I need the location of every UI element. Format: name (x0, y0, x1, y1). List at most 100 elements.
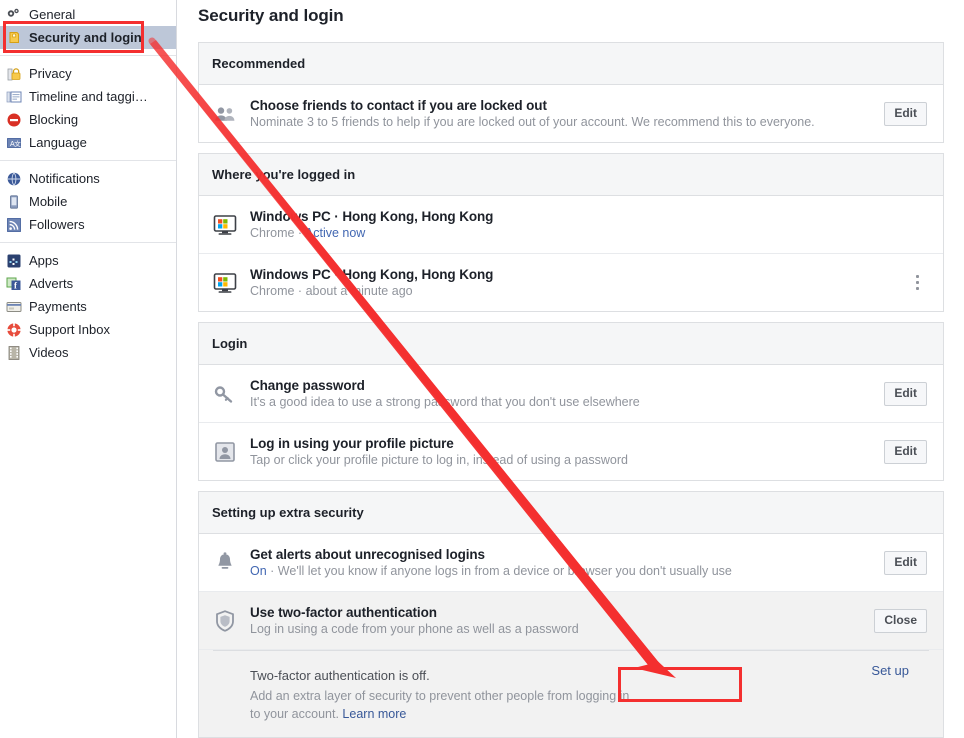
two-factor-detail-panel: Two-factor authentication is off. Add an… (199, 650, 943, 737)
shield-icon (6, 30, 22, 46)
sidebar-item-label: Followers (29, 216, 85, 232)
apps-icon (6, 253, 22, 269)
row-text: Log in using your profile picture Tap or… (250, 436, 872, 467)
sidebar-item-label: General (29, 6, 76, 22)
profile-picture-icon (213, 440, 237, 464)
section-header: Login (199, 323, 943, 365)
shield-outline-icon (213, 609, 237, 633)
row-title: Windows PC · Hong Kong, Hong Kong (250, 267, 494, 282)
sidebar-item-blocking[interactable]: Blocking (0, 108, 176, 131)
padlock-icon (6, 66, 22, 82)
learn-more-link[interactable]: Learn more (342, 707, 406, 721)
svg-text:文: 文 (14, 139, 21, 148)
row-subtitle: Chrome · about a minute ago (250, 284, 413, 298)
row-choose-friends[interactable]: Choose friends to contact if you are loc… (199, 85, 943, 142)
edit-button[interactable]: Edit (884, 101, 927, 126)
row-subtitle: Tap or click your profile picture to log… (250, 453, 628, 467)
session-active-status[interactable]: Active now (305, 226, 365, 240)
edit-button[interactable]: Edit (884, 381, 927, 406)
payments-icon (6, 299, 22, 315)
row-two-factor-authentication[interactable]: Use two-factor authentication Log in usi… (199, 592, 943, 650)
sidebar-item-apps[interactable]: Apps (0, 249, 176, 272)
block-icon (6, 112, 22, 128)
set-up-link[interactable]: Set up (871, 663, 909, 678)
row-text: Get alerts about unrecognised logins On … (250, 547, 872, 578)
row-title: Change password (250, 378, 365, 393)
sidebar-item-adverts[interactable]: f Adverts (0, 272, 176, 295)
main-content: Security and login Recommended Choose fr… (177, 0, 964, 738)
sidebar-item-followers[interactable]: Followers (0, 213, 176, 236)
sidebar-item-mobile[interactable]: Mobile (0, 190, 176, 213)
session-options-menu-icon[interactable] (907, 271, 927, 295)
mobile-icon (6, 194, 22, 210)
sidebar-item-notifications[interactable]: Notifications (0, 167, 176, 190)
adverts-icon: f (6, 276, 22, 292)
sidebar-item-videos[interactable]: Videos (0, 341, 176, 364)
sidebar-item-timeline-and-tagging[interactable]: Timeline and taggi… (0, 85, 176, 108)
friends-icon (213, 102, 237, 126)
edit-button[interactable]: Edit (884, 550, 927, 575)
row-session-2[interactable]: Windows PC · Hong Kong, Hong Kong Chrome… (199, 254, 943, 311)
row-subtitle: Nominate 3 to 5 friends to help if you a… (250, 115, 815, 129)
session-browser: Chrome · (250, 226, 305, 240)
section-extra-security: Setting up extra security Get alerts abo… (198, 491, 944, 738)
sidebar-item-label: Adverts (29, 275, 74, 291)
row-title: Get alerts about unrecognised logins (250, 547, 485, 562)
edit-button[interactable]: Edit (884, 439, 927, 464)
sidebar-item-label: Apps (29, 252, 59, 268)
row-action: Edit (884, 381, 927, 406)
sidebar-item-label: Payments (29, 298, 87, 314)
row-session-1[interactable]: Windows PC · Hong Kong, Hong Kong Chrome… (199, 196, 943, 254)
sidebar-item-label: Language (29, 134, 87, 150)
bell-icon (213, 551, 237, 575)
row-title: Use two-factor authentication (250, 605, 437, 620)
row-text: Use two-factor authentication Log in usi… (250, 605, 862, 636)
sidebar-group-apps: Apps f Adverts Payments Support Inbox Vi… (0, 246, 176, 367)
film-icon (6, 345, 22, 361)
sidebar-item-payments[interactable]: Payments (0, 295, 176, 318)
section-header: Recommended (199, 43, 943, 85)
row-text: Windows PC · Hong Kong, Hong Kong Chrome… (250, 267, 895, 298)
sidebar-divider (0, 160, 176, 161)
section-header: Where you're logged in (199, 154, 943, 196)
row-action: Edit (884, 439, 927, 464)
row-action: Close (874, 608, 927, 633)
login-alerts-description: · We'll let you know if anyone logs in f… (266, 564, 732, 578)
row-change-password[interactable]: Change password It's a good idea to use … (199, 365, 943, 423)
sidebar-divider (0, 55, 176, 56)
section-login: Login Change password It's a good idea t… (198, 322, 944, 481)
sidebar-group-privacy: Privacy Timeline and taggi… Blocking A 文… (0, 59, 176, 157)
section-recommended: Recommended Choose friends to contact if… (198, 42, 944, 143)
lifebuoy-icon (6, 322, 22, 338)
sidebar-group-account: General Security and login (0, 0, 176, 52)
page-title: Security and login (198, 6, 344, 25)
sidebar-item-language[interactable]: A 文 Language (0, 131, 176, 154)
gears-icon (6, 7, 22, 23)
language-icon: A 文 (6, 135, 22, 151)
two-factor-description: Add an extra layer of security to preven… (250, 687, 630, 723)
row-title: Log in using your profile picture (250, 436, 454, 451)
settings-sidebar: General Security and login Privacy Timel… (0, 0, 177, 738)
row-login-alerts[interactable]: Get alerts about unrecognised logins On … (199, 534, 943, 592)
rss-icon (6, 217, 22, 233)
sidebar-item-security-and-login[interactable]: Security and login (0, 26, 176, 49)
sidebar-item-support-inbox[interactable]: Support Inbox (0, 318, 176, 341)
row-subtitle: Log in using a code from your phone as w… (250, 622, 579, 636)
sidebar-item-label: Videos (29, 344, 69, 360)
sidebar-item-general[interactable]: General (0, 3, 176, 26)
section-where-logged-in: Where you're logged in Windows PC · Hong… (198, 153, 944, 312)
sidebar-group-notifications: Notifications Mobile Followers (0, 164, 176, 239)
row-text: Choose friends to contact if you are loc… (250, 98, 872, 129)
close-button[interactable]: Close (874, 608, 927, 633)
row-action (907, 271, 927, 295)
row-profile-picture-login[interactable]: Log in using your profile picture Tap or… (199, 423, 943, 480)
row-text: Windows PC · Hong Kong, Hong Kong Chrome… (250, 209, 927, 240)
sidebar-item-privacy[interactable]: Privacy (0, 62, 176, 85)
key-icon (213, 382, 237, 406)
two-factor-status-text: Two-factor authentication is off. (250, 668, 430, 683)
sidebar-item-label: Security and login (29, 29, 142, 45)
row-title: Choose friends to contact if you are loc… (250, 98, 547, 113)
row-title: Windows PC · Hong Kong, Hong Kong (250, 209, 494, 224)
sidebar-divider (0, 242, 176, 243)
sidebar-item-label: Timeline and taggi… (29, 88, 148, 104)
